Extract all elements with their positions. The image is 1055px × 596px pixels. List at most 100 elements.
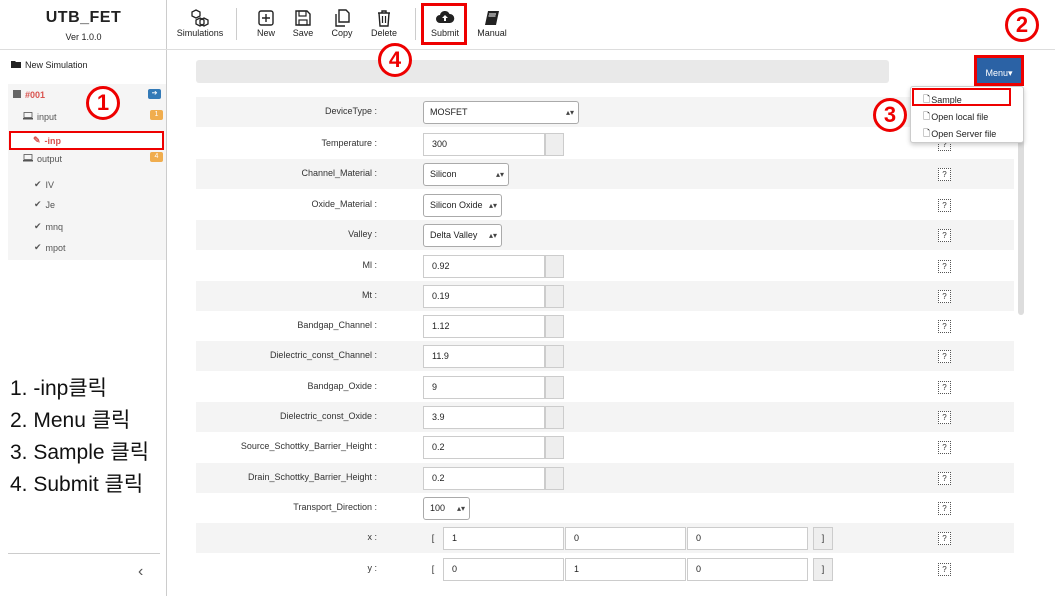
form-row-channel-material: Channel_Material : Silicon ▴▾ ?: [196, 159, 1014, 189]
arrow-right-icon[interactable]: ➔: [148, 89, 161, 99]
y-component-2[interactable]: 1: [565, 558, 686, 581]
input-count-badge: 1: [150, 110, 163, 120]
valley-select[interactable]: Delta Valley ▴▾: [423, 224, 502, 247]
field-label: Bandgap_Channel :: [297, 320, 377, 330]
channel-material-select[interactable]: Silicon ▴▾: [423, 163, 509, 186]
simulation-item[interactable]: #001: [13, 90, 45, 100]
input-folder[interactable]: input: [23, 112, 57, 122]
menu-item-label: Open local file: [931, 112, 989, 122]
x-component-3[interactable]: 0: [687, 527, 808, 550]
help-icon[interactable]: ?: [938, 168, 951, 181]
simulation-id: #001: [25, 90, 46, 100]
y-component-1[interactable]: 0: [443, 558, 564, 581]
instructions: 1. -inp클릭 2. Menu 클릭 3. Sample 클릭 4. Sub…: [10, 373, 200, 501]
form-row-bandgap-oxide: Bandgap_Oxide : 9 ?: [196, 372, 1014, 402]
drain-barrier-input[interactable]: 0.2: [423, 467, 545, 490]
select-value: 100: [430, 503, 446, 513]
x-component-1[interactable]: 1: [443, 527, 564, 550]
output-item-je[interactable]: ✔ Je: [34, 199, 55, 210]
help-icon[interactable]: ?: [938, 441, 951, 454]
check-icon: ✔: [34, 179, 42, 189]
sample-highlight: [912, 88, 1011, 106]
field-label: Mt :: [362, 290, 377, 300]
field-label: Dielectric_const_Channel :: [269, 350, 377, 360]
help-icon[interactable]: ?: [938, 199, 951, 212]
bandgap-channel-input[interactable]: 1.12: [423, 315, 545, 338]
new-simulation-link[interactable]: New Simulation: [11, 60, 88, 70]
oxide-material-select[interactable]: Silicon Oxide ▴▾: [423, 194, 502, 217]
help-icon[interactable]: ?: [938, 411, 951, 424]
input-addon: [545, 467, 564, 490]
laptop-icon: [23, 154, 33, 164]
output-item-iv[interactable]: ✔ IV: [34, 179, 54, 190]
updown-icon: ▴▾: [488, 231, 497, 240]
field-label: Valley :: [348, 229, 377, 239]
output-folder[interactable]: output: [23, 154, 62, 164]
form-row-drain-barrier: Drain_Schottky_Barrier_Height : 0.2 ?: [196, 463, 1014, 493]
menu-button[interactable]: Menu▾: [974, 55, 1024, 86]
updown-icon: ▴▾: [456, 504, 465, 513]
help-icon[interactable]: ?: [938, 320, 951, 333]
input-file-item[interactable]: ✎ -inp: [33, 135, 61, 146]
help-icon[interactable]: ?: [938, 532, 951, 545]
output-item-mnq[interactable]: ✔ mnq: [34, 221, 63, 232]
ml-input[interactable]: 0.92: [423, 255, 545, 278]
help-icon[interactable]: ?: [938, 350, 951, 363]
simulations-button[interactable]: Simulations: [175, 8, 225, 38]
source-barrier-input[interactable]: 0.2: [423, 436, 545, 459]
updown-icon: ▴▾: [565, 108, 574, 117]
mt-input[interactable]: 0.19: [423, 285, 545, 308]
updown-icon: ▴▾: [495, 170, 504, 179]
input-file-item-highlighted[interactable]: ✎ -inp: [9, 131, 164, 150]
updown-icon: ▴▾: [488, 201, 497, 210]
bandgap-oxide-input[interactable]: 9: [423, 376, 545, 399]
y-component-3[interactable]: 0: [687, 558, 808, 581]
temperature-input[interactable]: 300: [423, 133, 545, 156]
help-icon[interactable]: ?: [938, 229, 951, 242]
x-component-2[interactable]: 0: [565, 527, 686, 550]
help-icon[interactable]: ?: [938, 290, 951, 303]
instruction-step: 4. Submit 클릭: [10, 473, 144, 496]
field-label: Oxide_Material :: [311, 199, 377, 209]
output-item-mpot[interactable]: ✔ mpot: [34, 242, 66, 253]
cubes-icon: [190, 8, 210, 28]
collapse-sidebar-button[interactable]: ‹: [138, 563, 143, 581]
menu-item-open-server-file[interactable]: 🗋 Open Server file: [923, 126, 996, 142]
form-row-transport-direction: Transport_Direction : 100 ▴▾ ?: [196, 493, 1014, 523]
delete-button[interactable]: Delete: [359, 8, 409, 38]
step-marker-1: 1: [86, 86, 120, 120]
input-addon: [545, 406, 564, 429]
laptop-icon: [23, 112, 33, 122]
help-icon[interactable]: ?: [938, 381, 951, 394]
transport-direction-select[interactable]: 100 ▴▾: [423, 497, 470, 520]
devicetype-select[interactable]: MOSFET ▴▾: [423, 101, 579, 124]
file-icon: [13, 90, 21, 100]
instruction-step: 3. Sample 클릭: [10, 441, 150, 464]
field-label: x :: [367, 532, 377, 542]
help-icon[interactable]: ?: [938, 472, 951, 485]
help-icon[interactable]: ?: [938, 502, 951, 515]
step-marker-3: 3: [873, 98, 907, 132]
help-icon[interactable]: ?: [938, 563, 951, 576]
input-addon: [545, 285, 564, 308]
bracket-close: ]: [813, 558, 833, 581]
toolbar: Simulations New Save Copy Delete Submit: [167, 0, 1055, 50]
folder-icon: [11, 60, 21, 70]
form-row-temperature: Temperature : 300 ?: [196, 129, 1014, 159]
select-value: MOSFET: [430, 107, 468, 117]
bracket-close: ]: [813, 527, 833, 550]
manual-button[interactable]: Manual: [467, 8, 517, 38]
help-icon[interactable]: ?: [938, 260, 951, 273]
menu-item-open-local-file[interactable]: 🗋 Open local file: [923, 109, 988, 125]
dielectric-channel-input[interactable]: 11.9: [423, 345, 545, 368]
bracket-open: [: [431, 533, 435, 543]
submit-highlight: [421, 3, 467, 45]
form-row-oxide-material: Oxide_Material : Silicon Oxide ▴▾ ?: [196, 190, 1014, 220]
select-value: Delta Valley: [430, 230, 478, 240]
dielectric-oxide-input[interactable]: 3.9: [423, 406, 545, 429]
output-label: output: [37, 154, 63, 164]
manual-label: Manual: [477, 28, 507, 38]
select-value: Silicon Oxide: [430, 200, 483, 210]
sidebar: UTB_FET Ver 1.0.0 New Simulation #001 ➔ …: [0, 0, 167, 596]
instruction-step: 1. -inp클릭: [10, 377, 108, 400]
